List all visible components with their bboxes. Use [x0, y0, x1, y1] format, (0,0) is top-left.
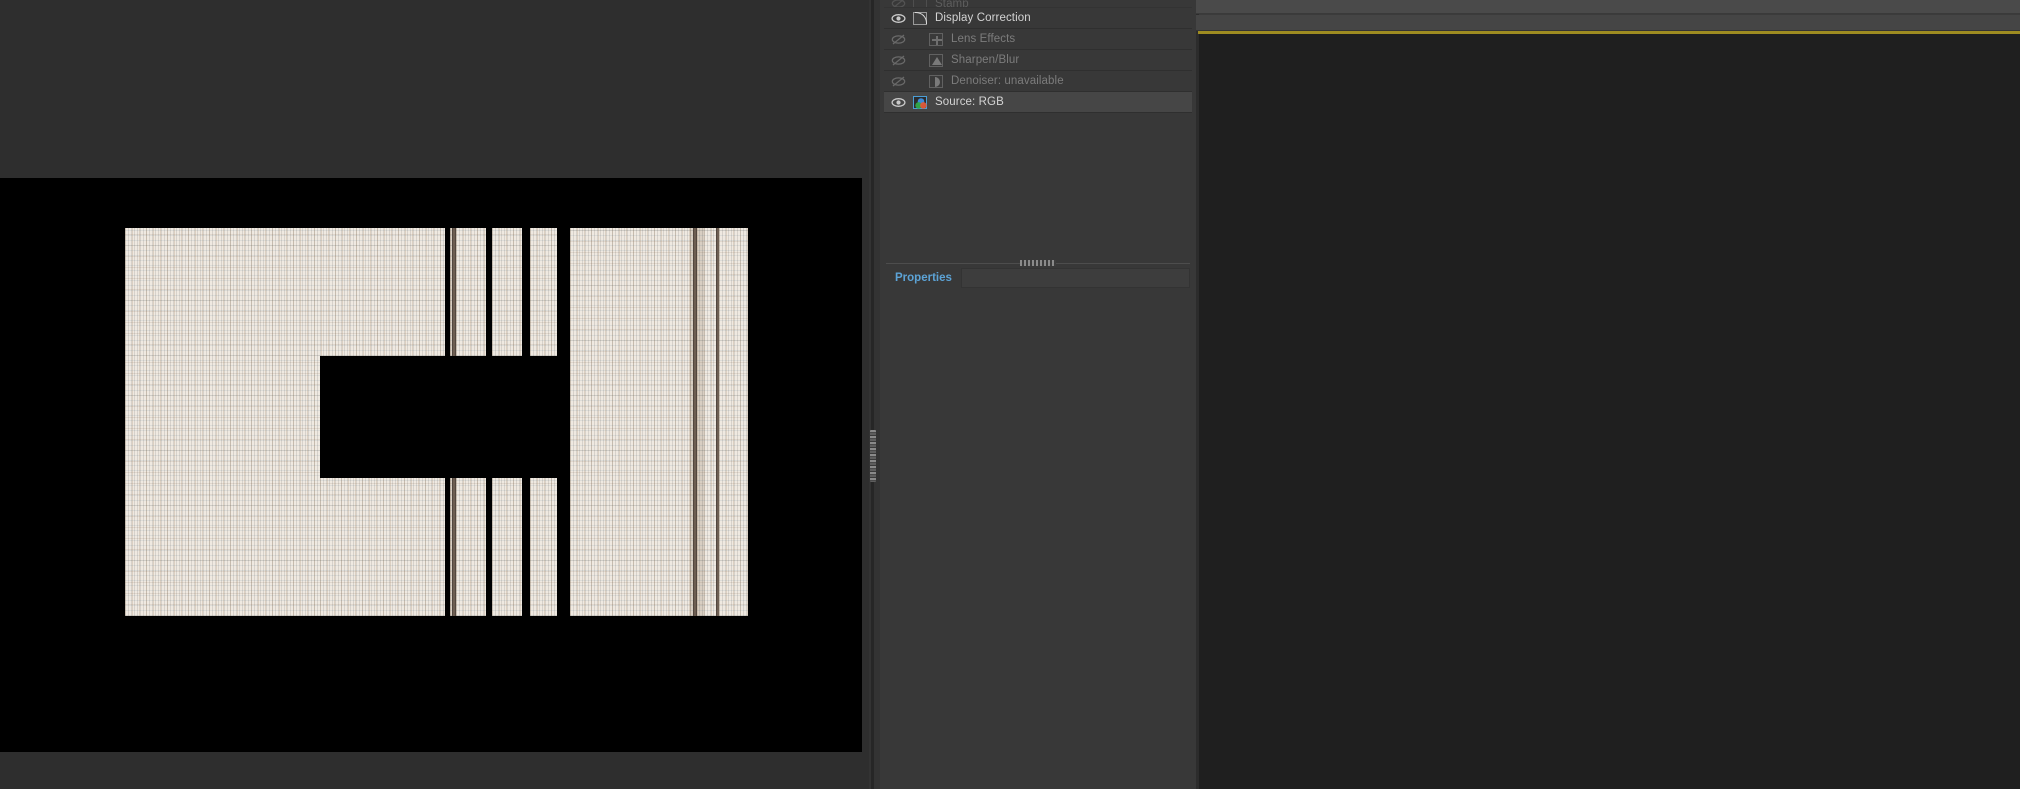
render-image-canvas[interactable] — [0, 178, 862, 752]
render-geometry-strip — [530, 478, 557, 616]
stamp-icon — [912, 0, 928, 7]
properties-panel-content[interactable] — [886, 288, 1190, 789]
splitter-grip-handle[interactable] — [1020, 260, 1056, 266]
render-geometry-block — [125, 356, 320, 616]
layer-row-denoiser[interactable]: Denoiser: unavailable — [884, 71, 1192, 92]
visibility-toggle[interactable] — [884, 71, 912, 92]
render-geometry-strip — [456, 478, 486, 616]
render-geometry-block — [570, 228, 690, 616]
visibility-toggle[interactable] — [884, 50, 912, 71]
denoiser-icon — [928, 74, 944, 89]
render-geometry-block — [125, 228, 445, 356]
layer-row-stamp[interactable]: Stamp — [884, 0, 1192, 8]
layer-list[interactable]: Stamp Display Correction Lens Effects Sh… — [884, 0, 1192, 258]
properties-tab-bar[interactable]: Properties — [886, 268, 1190, 288]
tab-properties[interactable]: Properties — [886, 268, 961, 288]
render-geometry-seam — [693, 228, 697, 616]
sharpen-icon — [928, 53, 944, 68]
plus-icon — [928, 32, 944, 47]
eye-off-icon — [891, 34, 905, 44]
visibility-toggle[interactable] — [884, 29, 912, 50]
render-geometry-strip — [456, 228, 486, 356]
layer-row-display-correction[interactable]: Display Correction — [884, 8, 1192, 29]
render-geometry-strip — [530, 228, 557, 356]
layer-row-label: Source: RGB — [935, 96, 1004, 108]
splitter-track — [871, 0, 874, 789]
layer-row-sharpen-blur[interactable]: Sharpen/Blur — [884, 50, 1192, 71]
vertical-splitter[interactable] — [869, 0, 880, 789]
render-geometry-strip — [492, 478, 522, 616]
layer-row-label: Display Correction — [935, 12, 1031, 24]
layer-row-label: Lens Effects — [951, 33, 1016, 45]
layer-row-label: Stamp — [935, 0, 969, 8]
splitter-grip-handle[interactable] — [870, 430, 876, 482]
rgb-venn-icon — [915, 97, 927, 109]
layer-row-label: Sharpen/Blur — [951, 54, 1020, 66]
render-geometry-block — [719, 228, 748, 616]
visibility-toggle[interactable] — [884, 92, 912, 113]
eye-off-icon — [891, 76, 905, 86]
visibility-toggle[interactable] — [884, 8, 912, 29]
properties-tab-filler — [960, 268, 1190, 288]
render-geometry-block — [320, 478, 445, 616]
eye-open-icon — [890, 13, 906, 23]
rgb-source-icon — [912, 95, 928, 110]
curve-icon — [912, 11, 928, 26]
render-frame-buffer-pane[interactable] — [0, 0, 880, 789]
eye-off-icon — [891, 55, 905, 65]
layer-row-label: Denoiser: unavailable — [951, 75, 1064, 87]
render-pane-top-filler — [0, 0, 862, 178]
layer-row-lens-effects[interactable]: Lens Effects — [884, 29, 1192, 50]
transform-gizmo[interactable]: Z X Y — [1199, 34, 2020, 789]
layer-row-source-rgb[interactable]: Source: RGB — [884, 92, 1192, 113]
viewport-3d-canvas[interactable]: Z X Y — [1199, 34, 2020, 789]
layers-effects-pane[interactable]: Stamp Display Correction Lens Effects Sh… — [880, 0, 1196, 789]
render-pane-bottom-filler — [0, 752, 862, 789]
viewport-pane[interactable]: Z X Y — [1196, 0, 2020, 789]
eye-open-icon — [890, 97, 906, 107]
viewport-toolbar[interactable] — [1196, 15, 2020, 31]
tab-properties-label: Properties — [895, 272, 952, 284]
render-geometry-strip — [492, 228, 522, 356]
viewport-header-bar[interactable] — [1196, 0, 2020, 14]
render-geometry-hole — [320, 356, 570, 478]
